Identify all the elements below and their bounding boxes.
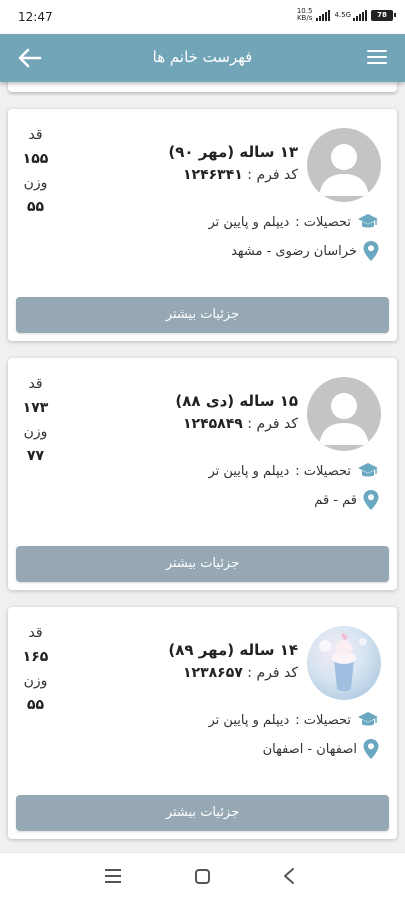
avatar [307,377,381,451]
education-row: تحصیلات : دیپلم و پایین تر [209,711,380,729]
profile-age: ۱۵ ساله (دی ۸۸) [175,392,298,410]
battery-icon: 78 [371,9,396,21]
network-type: 4.5G [334,11,351,19]
weight-label: وزن [23,424,48,440]
system-back-button[interactable] [282,867,296,889]
app-bar: فهرست خانم ها [0,34,405,82]
weight-value: ۵۵ [26,697,45,713]
profile-card: ۱۳ ساله (مهر ۹۰) کد فرم : ۱۲۴۶۳۴۱ تحصیلا… [8,109,397,341]
location-row: اصفهان - اصفهان [263,739,379,759]
weight-value: ۷۷ [26,448,45,464]
form-code: کد فرم : ۱۲۳۸۶۵۷ [183,665,298,681]
profile-age: ۱۴ ساله (مهر ۸۹) [168,641,298,659]
profile-age: ۱۳ ساله (مهر ۹۰) [168,143,298,161]
weight-value: ۵۵ [26,199,45,215]
profile-card: ۱۵ ساله (دی ۸۸) کد فرم : ۱۲۴۵۸۴۹ تحصیلات… [8,358,397,590]
location-row: خراسان رضوی - مشهد [231,241,379,261]
height-value: ۱۶۵ [22,649,49,665]
net-speed: 10.5 KB/s [296,7,313,22]
education-row: تحصیلات : دیپلم و پایین تر [209,213,380,231]
signal-icon-2 [353,9,367,21]
home-button[interactable] [195,869,210,884]
recents-icon [105,869,121,871]
location-pin-icon [363,739,379,759]
signal-icon [316,9,331,21]
height-value: ۱۷۳ [22,400,49,416]
graduation-cap-icon [358,463,378,477]
avatar [307,626,381,700]
location-row: قم - قم [314,490,379,510]
graduation-cap-icon [358,214,378,228]
weight-label: وزن [23,175,48,191]
avatar [307,128,381,202]
graduation-cap-icon [358,712,378,726]
form-code: کد فرم : ۱۲۴۵۸۴۹ [183,416,298,432]
height-label: قد [28,127,43,143]
recents-button[interactable] [105,869,121,883]
previous-card-stub [8,82,397,92]
profile-card: ۱۴ ساله (مهر ۸۹) کد فرم : ۱۲۳۸۶۵۷ تحصیلا… [8,607,397,839]
chevron-left-icon [284,868,294,884]
status-time: 12:47 [18,10,53,24]
body-stats: قد ۱۶۵ وزن ۵۵ [8,621,63,717]
page-title: فهرست خانم ها [152,48,253,66]
default-avatar-icon [307,128,381,202]
menu-button[interactable] [367,50,387,66]
more-details-button[interactable]: جزئیات بیشتر [16,546,389,582]
more-details-button[interactable]: جزئیات بیشتر [16,297,389,333]
height-label: قد [28,376,43,392]
hamburger-menu-icon [367,50,387,52]
height-label: قد [28,625,43,641]
education-row: تحصیلات : دیپلم و پایین تر [209,462,380,480]
form-code: کد فرم : ۱۲۴۶۳۴۱ [183,167,298,183]
body-stats: قد ۱۷۳ وزن ۷۷ [8,372,63,468]
profile-list[interactable]: ۱۳ ساله (مهر ۹۰) کد فرم : ۱۲۴۶۳۴۱ تحصیلا… [0,82,405,852]
more-details-button[interactable]: جزئیات بیشتر [16,795,389,831]
photo-avatar-icon [319,633,367,691]
default-avatar-icon [307,377,381,451]
system-nav-bar [0,852,405,900]
weight-label: وزن [23,673,48,689]
location-pin-icon [363,490,379,510]
body-stats: قد ۱۵۵ وزن ۵۵ [8,123,63,219]
height-value: ۱۵۵ [22,151,49,167]
status-bar: 12:47 10.5 KB/s 4.5G 78 [0,0,405,34]
location-pin-icon [363,241,379,261]
status-indicators: 10.5 KB/s 4.5G 78 [296,7,396,22]
